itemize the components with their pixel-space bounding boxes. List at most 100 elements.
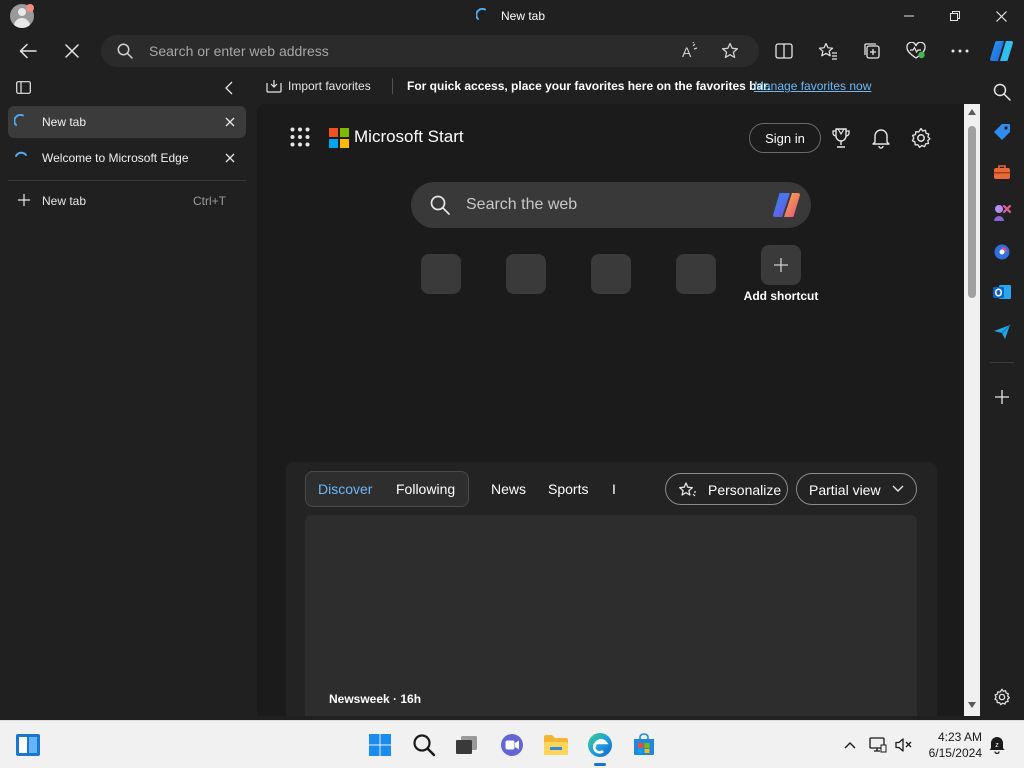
settings-more-button[interactable] bbox=[945, 36, 975, 66]
page-scrollbar[interactable] bbox=[964, 104, 980, 716]
back-button[interactable] bbox=[13, 36, 43, 66]
tab-truncated[interactable]: I bbox=[612, 481, 616, 497]
rewards-trophy-icon[interactable] bbox=[829, 126, 853, 150]
favorite-star-icon[interactable] bbox=[721, 42, 739, 60]
shortcut-tile[interactable] bbox=[421, 254, 461, 294]
sign-in-button[interactable]: Sign in bbox=[749, 123, 821, 153]
close-tab-button[interactable] bbox=[222, 114, 238, 130]
page-settings-gear-icon[interactable] bbox=[909, 126, 933, 150]
shopping-tag-icon[interactable] bbox=[990, 120, 1014, 144]
microsoft-store-icon[interactable] bbox=[630, 731, 658, 759]
scrollbar-thumb[interactable] bbox=[968, 126, 976, 298]
search-icon bbox=[117, 43, 133, 59]
close-icon bbox=[995, 10, 1007, 22]
clock-time[interactable]: 4:23 AM bbox=[932, 730, 982, 744]
copilot-sidebar-icon[interactable] bbox=[990, 240, 1014, 264]
show-hidden-icons-chevron-up-icon[interactable] bbox=[838, 731, 862, 759]
outlook-icon[interactable] bbox=[990, 280, 1014, 304]
loading-spinner-icon bbox=[14, 114, 28, 128]
news-card[interactable]: Newsweek · 16h bbox=[305, 515, 917, 716]
network-display-icon[interactable] bbox=[866, 731, 890, 759]
shortcut-tile[interactable] bbox=[676, 254, 716, 294]
app-launcher-icon[interactable] bbox=[290, 127, 310, 147]
split-screen-button[interactable] bbox=[769, 36, 799, 66]
more-dots-icon bbox=[951, 49, 969, 53]
tab-new-tab[interactable]: New tab bbox=[8, 106, 246, 138]
personalize-button[interactable]: Personalize bbox=[665, 473, 788, 505]
add-sidebar-app-button[interactable] bbox=[990, 385, 1014, 409]
file-explorer-icon[interactable] bbox=[542, 731, 570, 759]
copilot-button[interactable] bbox=[987, 36, 1017, 66]
tab-sports[interactable]: Sports bbox=[548, 481, 588, 497]
svg-text:z: z bbox=[995, 742, 999, 749]
address-input[interactable] bbox=[149, 35, 669, 67]
volume-muted-icon[interactable] bbox=[892, 731, 916, 759]
copilot-icon[interactable] bbox=[771, 191, 803, 219]
import-favorites-button[interactable]: Import favorites bbox=[266, 76, 371, 96]
tools-briefcase-icon[interactable] bbox=[990, 160, 1014, 184]
new-tab-button[interactable]: New tab Ctrl+T bbox=[8, 188, 246, 214]
split-screen-icon bbox=[775, 43, 793, 59]
start-button-windows-icon[interactable] bbox=[366, 731, 394, 759]
drop-send-icon[interactable] bbox=[990, 320, 1014, 344]
sidebar-search-icon[interactable] bbox=[990, 80, 1014, 104]
vertical-tabs-pane: New tab Welcome to Microsoft Edge New ta… bbox=[0, 70, 256, 720]
shortcut-tile[interactable] bbox=[506, 254, 546, 294]
new-tab-page: Microsoft Start Sign in Add bbox=[257, 104, 964, 716]
read-aloud-icon[interactable]: A bbox=[681, 42, 699, 60]
taskbar-search-icon[interactable] bbox=[410, 731, 438, 759]
heart-pulse-icon bbox=[906, 42, 926, 59]
collections-button[interactable] bbox=[857, 36, 887, 66]
shortcut-tile[interactable] bbox=[591, 254, 631, 294]
add-shortcut-button[interactable] bbox=[761, 245, 801, 285]
games-icon[interactable] bbox=[990, 200, 1014, 224]
notifications-bell-icon[interactable] bbox=[869, 126, 893, 150]
web-search-input[interactable] bbox=[466, 182, 756, 228]
new-tab-label: New tab bbox=[42, 194, 87, 208]
minimize-icon bbox=[904, 15, 914, 17]
clock-date[interactable]: 6/15/2024 bbox=[918, 746, 982, 760]
divider bbox=[8, 180, 246, 181]
favorites-button[interactable] bbox=[813, 36, 843, 66]
widgets-icon[interactable] bbox=[14, 731, 42, 759]
loading-spinner-icon bbox=[14, 150, 28, 164]
add-shortcut-label: Add shortcut bbox=[743, 289, 819, 303]
teams-chat-icon[interactable] bbox=[498, 731, 526, 759]
restore-button[interactable] bbox=[932, 0, 978, 32]
tab-label: Welcome to Microsoft Edge bbox=[42, 151, 189, 165]
manage-favorites-link[interactable]: Manage favorites now bbox=[754, 79, 871, 93]
personalize-label: Personalize bbox=[708, 482, 782, 498]
active-app-indicator bbox=[594, 763, 606, 766]
edge-sidebar bbox=[980, 70, 1024, 720]
loading-spinner-icon bbox=[476, 8, 490, 22]
news-feed: Discover Following News Sports I Persona… bbox=[286, 462, 937, 716]
close-icon bbox=[65, 44, 79, 58]
plus-icon bbox=[774, 258, 788, 272]
scroll-up-arrow-icon[interactable] bbox=[967, 108, 977, 116]
browser-essentials-button[interactable] bbox=[901, 36, 931, 66]
chevron-left-icon bbox=[225, 81, 233, 95]
view-mode-label: Partial view bbox=[809, 482, 881, 498]
tab-discover[interactable]: Discover bbox=[318, 481, 372, 497]
notifications-icon[interactable]: z bbox=[986, 731, 1008, 759]
stop-loading-button[interactable] bbox=[57, 36, 87, 66]
restore-icon bbox=[950, 11, 960, 21]
tab-news[interactable]: News bbox=[491, 481, 526, 497]
tab-welcome[interactable]: Welcome to Microsoft Edge bbox=[8, 142, 246, 174]
view-mode-dropdown[interactable]: Partial view bbox=[796, 473, 917, 505]
svg-text:A: A bbox=[682, 44, 692, 60]
close-tab-button[interactable] bbox=[222, 150, 238, 166]
scroll-down-arrow-icon[interactable] bbox=[967, 701, 977, 709]
close-icon bbox=[225, 117, 235, 127]
tab-following[interactable]: Following bbox=[396, 481, 455, 497]
close-window-button[interactable] bbox=[978, 0, 1024, 32]
tab-actions-menu-icon[interactable] bbox=[16, 81, 31, 94]
chevron-down-icon bbox=[892, 485, 904, 493]
task-view-icon[interactable] bbox=[453, 731, 481, 759]
sidebar-settings-gear-icon[interactable] bbox=[990, 685, 1014, 709]
web-search-box[interactable] bbox=[411, 182, 811, 228]
address-bar[interactable]: A bbox=[101, 35, 759, 67]
collapse-pane-button[interactable] bbox=[224, 81, 234, 95]
edge-browser-icon[interactable] bbox=[586, 731, 614, 766]
minimize-button[interactable] bbox=[886, 0, 932, 32]
